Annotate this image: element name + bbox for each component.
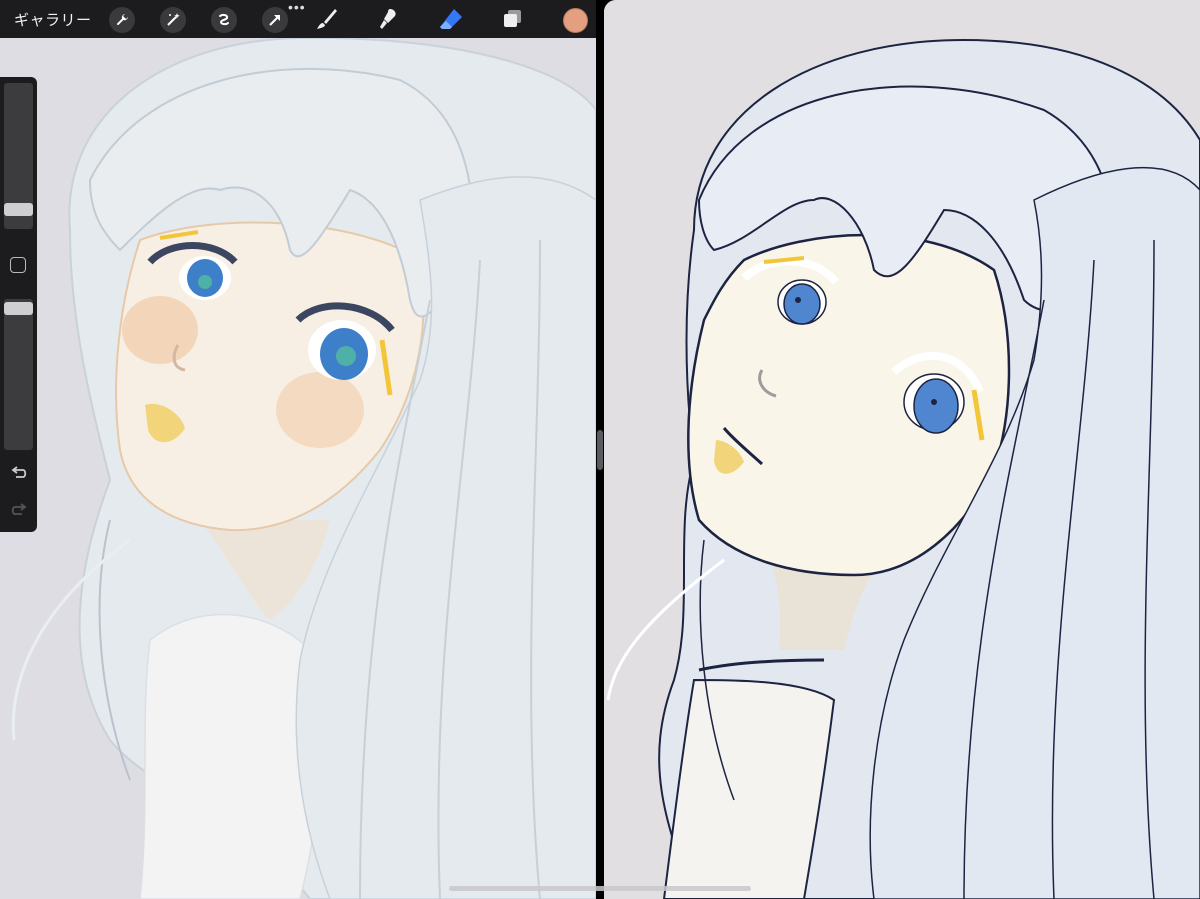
brush-size-slider[interactable] (4, 83, 33, 229)
brush-opacity-slider[interactable] (4, 299, 33, 450)
modify-button[interactable] (10, 257, 26, 273)
wrench-icon[interactable] (109, 7, 135, 33)
left-split-pane[interactable]: ギャラリー ••• (0, 0, 596, 899)
home-indicator-bar[interactable] (449, 886, 751, 891)
smudge-icon[interactable] (374, 5, 402, 33)
transform-arrow-icon[interactable] (262, 7, 288, 33)
sweater (139, 613, 322, 899)
drawing-canvas-left[interactable] (0, 0, 596, 899)
brush-icon[interactable] (313, 5, 341, 33)
top-toolbar: ギャラリー ••• (0, 0, 596, 38)
magic-wand-icon[interactable] (160, 7, 186, 33)
brush-sidebar (0, 77, 37, 532)
more-actions-button[interactable]: ••• (288, 0, 306, 14)
gallery-button[interactable]: ギャラリー (14, 9, 92, 30)
right-split-pane[interactable] (604, 0, 1200, 899)
color-picker-swatch[interactable] (563, 8, 588, 33)
undo-arrow-icon[interactable] (9, 463, 29, 483)
cheek-blush-right (276, 372, 364, 448)
artwork-image-right (604, 0, 1200, 899)
cheek-blush-left (122, 296, 198, 364)
brush-opacity-thumb[interactable] (4, 302, 33, 315)
sweater (662, 678, 836, 899)
split-view-divider-handle[interactable] (597, 430, 603, 470)
eraser-icon[interactable] (437, 5, 465, 33)
selection-icon[interactable] (211, 7, 237, 33)
redo-arrow-icon[interactable] (9, 500, 29, 520)
brush-size-thumb[interactable] (4, 203, 33, 216)
layers-icon[interactable] (498, 5, 526, 33)
